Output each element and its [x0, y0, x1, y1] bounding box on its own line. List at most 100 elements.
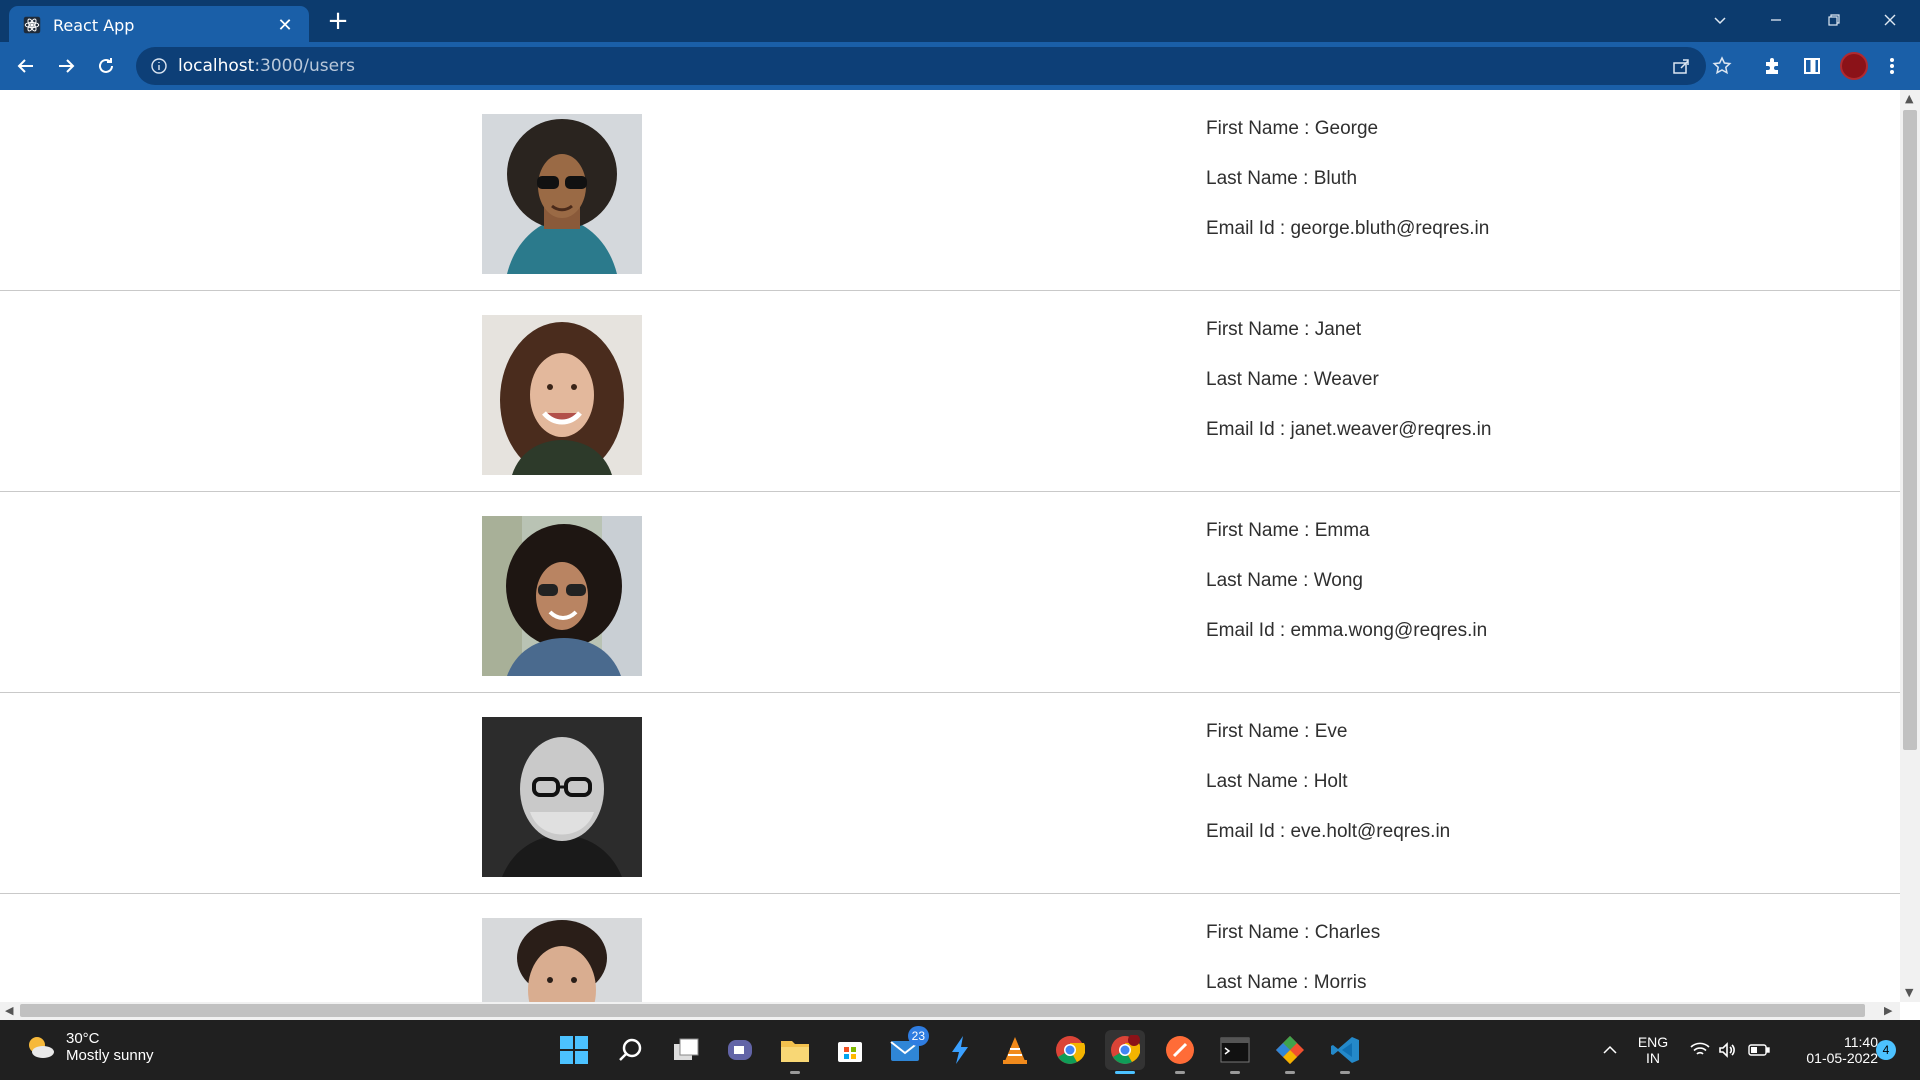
first-name-text: First Name : Emma — [1206, 520, 1370, 541]
wifi-icon[interactable] — [1688, 1020, 1712, 1080]
time-text: 11:40 — [1844, 1034, 1878, 1050]
url-text: localhost:3000/users — [178, 56, 355, 76]
region-text: IN — [1646, 1050, 1660, 1066]
weather-widget[interactable]: 30°C Mostly sunny — [24, 1030, 154, 1064]
mail-icon[interactable]: 23 — [885, 1026, 929, 1070]
user-card: First Name : George Last Name : Bluth Em… — [0, 90, 1900, 291]
last-name-text: Last Name : Wong — [1206, 570, 1364, 591]
user-card: First Name : Charles Last Name : Morris — [0, 894, 1900, 1002]
search-icon[interactable] — [611, 1030, 651, 1070]
lightning-app-icon[interactable] — [940, 1030, 980, 1070]
active-indicator — [1115, 1071, 1135, 1074]
email-text: Email Id : george.bluth@reqres.in — [1206, 218, 1490, 239]
windows-taskbar: 30°C Mostly sunny 23 ENG IN 11:40 01-05-… — [0, 1020, 1920, 1080]
scroll-right-arrow-icon[interactable]: ▶ — [1884, 1004, 1892, 1017]
close-tab-icon[interactable]: ✕ — [275, 15, 295, 36]
side-panel-icon[interactable] — [1796, 50, 1828, 82]
new-tab-button[interactable]: + — [324, 8, 352, 36]
user-photo-emma — [482, 516, 642, 676]
scroll-left-arrow-icon[interactable]: ◀ — [5, 1004, 13, 1017]
horizontal-scroll-thumb[interactable] — [20, 1004, 1865, 1017]
microsoft-store-icon[interactable] — [830, 1030, 870, 1070]
vertical-scroll-thumb[interactable] — [1903, 110, 1917, 750]
first-name-text: First Name : Charles — [1206, 922, 1381, 943]
page-viewport: First Name : George Last Name : Bluth Em… — [0, 90, 1900, 1002]
tab-title: React App — [53, 15, 135, 35]
site-info-icon[interactable] — [150, 57, 168, 75]
first-name-text: First Name : George — [1206, 118, 1379, 139]
reload-icon[interactable] — [90, 50, 122, 82]
browser-tab-strip: React App ✕ + — [0, 0, 1920, 44]
notification-center[interactable]: 4 — [1874, 1020, 1898, 1080]
chrome-icon[interactable] — [1050, 1030, 1090, 1070]
last-name-text: Last Name : Holt — [1206, 771, 1348, 792]
volume-icon[interactable] — [1716, 1020, 1740, 1080]
show-hidden-icons-chevron-icon[interactable] — [1598, 1020, 1622, 1080]
user-photo-janet — [482, 315, 642, 475]
temperature-text: 30°C — [66, 1030, 100, 1047]
notification-count-badge: 4 — [1876, 1040, 1896, 1060]
git-tool-icon[interactable] — [1270, 1030, 1310, 1074]
profile-avatar[interactable] — [1840, 52, 1868, 80]
postman-icon[interactable] — [1160, 1030, 1200, 1074]
running-indicator — [1285, 1071, 1295, 1074]
email-text: Email Id : janet.weaver@reqres.in — [1206, 419, 1492, 440]
email-text: Email Id : emma.wong@reqres.in — [1206, 620, 1488, 641]
user-card: First Name : Janet Last Name : Weaver Em… — [0, 291, 1900, 492]
back-arrow-icon[interactable] — [10, 50, 42, 82]
url-host: localhost — [178, 56, 255, 76]
chrome-profile-icon[interactable] — [1105, 1030, 1145, 1074]
windows-start-icon[interactable] — [554, 1030, 594, 1070]
bookmark-star-icon[interactable] — [1706, 50, 1738, 82]
share-icon[interactable] — [1665, 50, 1697, 82]
user-card: First Name : Eve Last Name : Holt Email … — [0, 693, 1900, 894]
tab-react-app[interactable]: React App ✕ — [9, 6, 309, 44]
user-photo-eve — [482, 717, 642, 877]
battery-icon[interactable] — [1746, 1020, 1772, 1080]
running-indicator — [790, 1071, 800, 1074]
restore-icon[interactable] — [1812, 6, 1856, 34]
user-details: First Name : Eve Last Name : Holt Email … — [1206, 721, 1450, 871]
react-logo-icon — [23, 16, 41, 34]
last-name-text: Last Name : Weaver — [1206, 369, 1379, 390]
mail-badge: 23 — [907, 1026, 929, 1046]
user-photo-george — [482, 114, 642, 274]
email-text: Email Id : eve.holt@reqres.in — [1206, 821, 1451, 842]
language-indicator[interactable]: ENG IN — [1630, 1020, 1676, 1080]
running-indicator — [1175, 1071, 1185, 1074]
user-card: First Name : Emma Last Name : Wong Email… — [0, 492, 1900, 693]
menu-kebab-icon[interactable] — [1876, 50, 1908, 82]
browser-toolbar: localhost:3000/users — [0, 42, 1920, 90]
language-text: ENG — [1637, 1034, 1669, 1050]
user-details: First Name : Emma Last Name : Wong Email… — [1206, 520, 1487, 670]
file-explorer-icon[interactable] — [775, 1030, 815, 1074]
teams-chat-icon[interactable] — [720, 1030, 760, 1070]
terminal-icon[interactable] — [1215, 1030, 1255, 1074]
minimize-icon[interactable] — [1754, 6, 1798, 34]
scroll-up-arrow-icon[interactable]: ▲ — [1905, 92, 1913, 105]
extensions-puzzle-icon[interactable] — [1756, 50, 1788, 82]
user-details: First Name : Charles Last Name : Morris — [1206, 922, 1380, 1002]
last-name-text: Last Name : Bluth — [1206, 168, 1358, 189]
url-path: :3000/users — [254, 56, 355, 76]
user-details: First Name : George Last Name : Bluth Em… — [1206, 118, 1489, 268]
sun-cloud-icon — [29, 1037, 54, 1058]
vlc-icon[interactable] — [995, 1030, 1035, 1070]
tab-search-icon[interactable] — [1698, 6, 1742, 34]
weather-text: Mostly sunny — [66, 1047, 154, 1064]
task-view-icon[interactable] — [666, 1030, 706, 1070]
close-window-icon[interactable] — [1868, 6, 1912, 34]
user-details: First Name : Janet Last Name : Weaver Em… — [1206, 319, 1491, 469]
forward-arrow-icon[interactable] — [50, 50, 82, 82]
first-name-text: First Name : Eve — [1206, 721, 1348, 742]
first-name-text: First Name : Janet — [1206, 319, 1362, 340]
date-text: 01-05-2022 — [1806, 1050, 1878, 1066]
running-indicator — [1340, 1071, 1350, 1074]
user-photo-charles — [482, 918, 642, 1002]
address-bar[interactable]: localhost:3000/users — [136, 47, 1706, 85]
scroll-down-arrow-icon[interactable]: ▼ — [1905, 986, 1913, 999]
running-indicator — [1230, 1071, 1240, 1074]
last-name-text: Last Name : Morris — [1206, 972, 1367, 993]
vscode-icon[interactable] — [1325, 1030, 1365, 1074]
clock[interactable]: 11:40 01-05-2022 — [1782, 1020, 1878, 1080]
